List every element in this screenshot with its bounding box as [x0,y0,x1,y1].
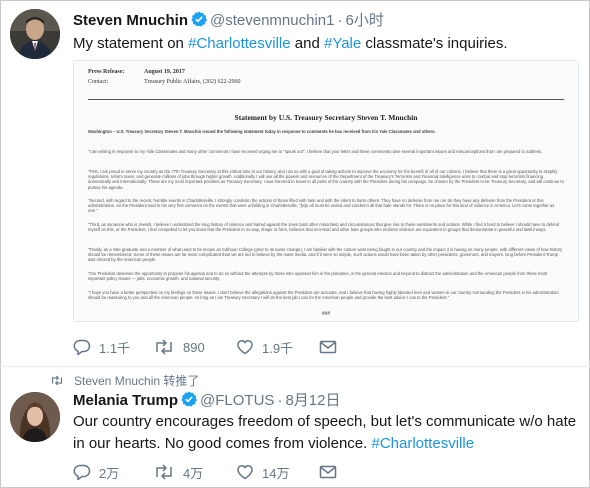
document-paragraph: "I am writing in response to my Yale Cla… [88,149,543,154]
contact-value: Treasury Public Affairs, (202) 622-2960 [144,79,241,85]
tweet-text-part: classmate's inquiries. [361,35,508,52]
tweet-text: Our country encourages freedom of speech… [73,411,578,455]
tweet-text-part: and [290,35,324,52]
release-date: August 19, 2017 [144,69,185,75]
retweet-icon [156,339,172,355]
release-label: Press Release: [88,69,125,75]
attached-image[interactable]: Press Release: August 19, 2017 Contact: … [73,60,579,322]
author-name[interactable]: Melania Trump [73,392,178,409]
retweet-button[interactable]: 890 [153,338,205,356]
document-paragraph: "Second, with regard to the recent, horr… [88,198,555,214]
reply-icon [73,339,91,355]
like-button[interactable]: 14万 [236,463,289,481]
author-name[interactable]: Steven Mnuchin [73,12,188,29]
separator: · [337,12,343,29]
message-button[interactable] [319,338,345,356]
tweet-text-part: Our country encourages freedom of speech… [73,413,577,452]
divider [88,99,564,100]
document-paragraph: "Finally, as a Yale graduate and a membe… [88,247,563,263]
verified-badge-icon [181,391,198,412]
avatar[interactable] [10,9,60,59]
document-title: Statement by U.S. Treasury Secretary Ste… [234,113,418,122]
document-intro: Washington – U.S. Treasury Secretary Ste… [88,129,436,134]
retweeted-by[interactable]: Steven Mnuchin 转推了 [74,372,199,389]
document-paragraph: "First, I am proud to serve my country a… [88,169,564,190]
like-button[interactable]: 1.9千 [236,338,293,356]
author-handle[interactable]: @FLOTUS [200,392,274,409]
document-paragraph: "Third, as someone who is Jewish, I beli… [88,222,560,233]
retweet-context: Steven Mnuchin 转推了 [50,372,199,389]
avatar[interactable] [10,392,60,442]
message-button[interactable] [319,463,345,481]
heart-icon [237,465,253,480]
tweet-text-part: My statement on [73,35,189,52]
reply-icon [73,464,91,480]
reply-button[interactable]: 1.1千 [73,338,130,356]
like-count: 14万 [262,465,290,481]
retweet-count: 4万 [183,465,204,481]
tweet-text: My statement on #Charlottesville and #Ya… [73,33,578,54]
retweet-button[interactable]: 4万 [153,463,203,481]
hashtag-link[interactable]: #Charlottesville [371,435,474,452]
retweet-icon [51,375,63,386]
document-paragraph: "I hope you have a better perspective on… [88,290,559,301]
heart-icon [237,340,253,355]
timestamp[interactable]: 6小时 [345,12,383,29]
separator: · [277,392,283,409]
reply-count: 2万 [99,465,120,481]
tweet-header: Steven Mnuchin @stevenmnuchin1 · 6小时 [73,11,384,32]
document-end-mark: ### [321,311,331,317]
timestamp[interactable]: 8月12日 [285,392,340,409]
retweet-count: 890 [183,339,205,355]
author-handle[interactable]: @stevenmnuchin1 [210,12,334,29]
reply-button[interactable]: 2万 [73,463,119,481]
retweet-icon [156,464,172,480]
document-paragraph: "Our President deserves the opportunity … [88,271,548,282]
tweet-header: Melania Trump @FLOTUS · 8月12日 [73,391,340,412]
envelope-icon [319,465,337,479]
press-release-document: Press Release: August 19, 2017 Contact: … [74,61,578,321]
hashtag-link[interactable]: #Charlottesville [188,35,291,52]
tweet-mnuchin[interactable]: Steven Mnuchin @stevenmnuchin1 · 6小时 My sta… [0,0,590,366]
reply-count: 1.1千 [99,340,131,356]
like-count: 1.9千 [262,340,294,356]
contact-label: Contact: [88,79,109,85]
hashtag-link[interactable]: #Yale [324,35,361,52]
envelope-icon [319,340,337,354]
verified-badge-icon [191,11,208,32]
